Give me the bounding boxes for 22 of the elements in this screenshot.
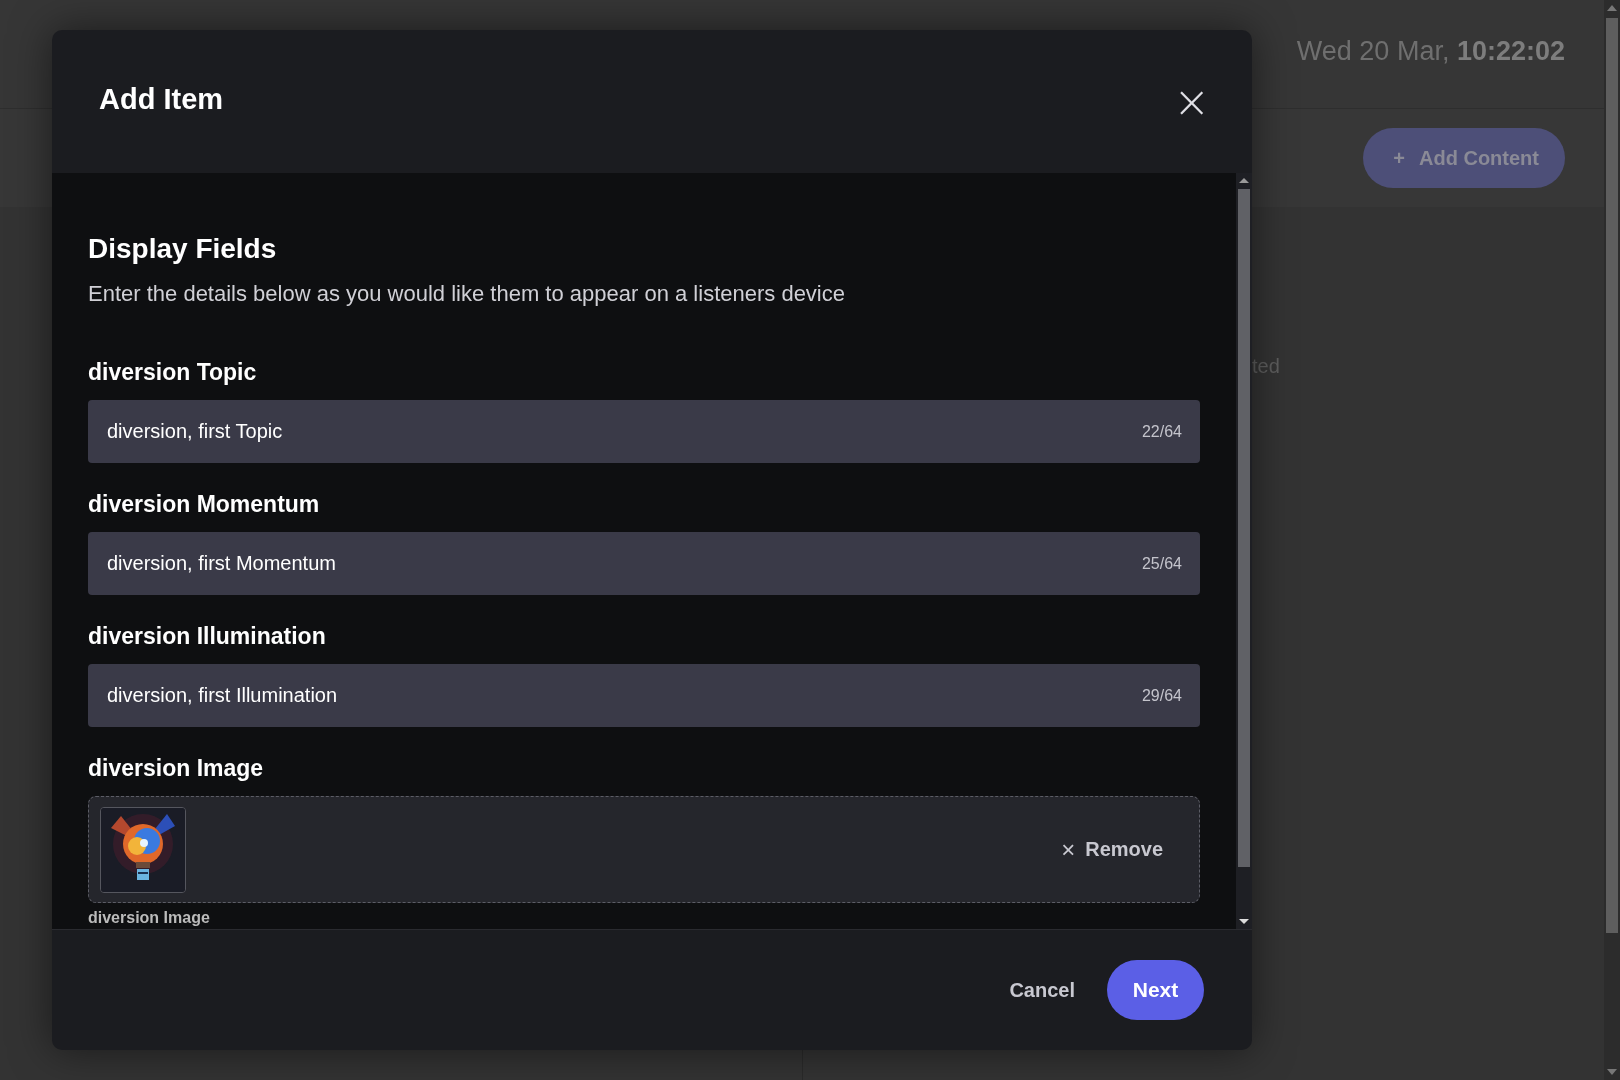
text-field[interactable]: diversion, first Topic 22/64 bbox=[88, 400, 1200, 463]
character-counter: 22/64 bbox=[1141, 422, 1182, 441]
next-button[interactable]: Next bbox=[1107, 960, 1204, 1020]
scrollbar[interactable] bbox=[1604, 0, 1620, 1080]
close-button[interactable]: × bbox=[1173, 79, 1210, 124]
image-upload-field[interactable]: × Remove bbox=[88, 796, 1200, 903]
field-caption: diversion Image bbox=[88, 909, 211, 927]
field-label: diversion Momentum bbox=[88, 491, 321, 518]
section-heading: Display Fields bbox=[88, 233, 278, 265]
field-label: diversion Illumination bbox=[88, 623, 327, 650]
field-label: diversion Topic bbox=[88, 359, 258, 386]
character-counter: 25/64 bbox=[1141, 554, 1182, 573]
remove-button[interactable]: × Remove bbox=[1061, 835, 1163, 864]
date-time: Wed 20 Mar, 10:22:02 bbox=[1296, 35, 1565, 67]
character-counter: 29/64 bbox=[1141, 686, 1182, 705]
cancel-button[interactable]: Cancel bbox=[1009, 978, 1075, 1002]
dialog-title: Add Item bbox=[99, 83, 224, 116]
section-description: Enter the details below as you would like them to appear on a listeners device bbox=[88, 281, 846, 307]
scrollbar[interactable] bbox=[1236, 173, 1252, 929]
text-field[interactable]: diversion, first Momentum 25/64 bbox=[88, 532, 1200, 595]
text-field[interactable]: diversion, first Illumination 29/64 bbox=[88, 664, 1200, 727]
field-label: diversion Image bbox=[88, 755, 265, 782]
